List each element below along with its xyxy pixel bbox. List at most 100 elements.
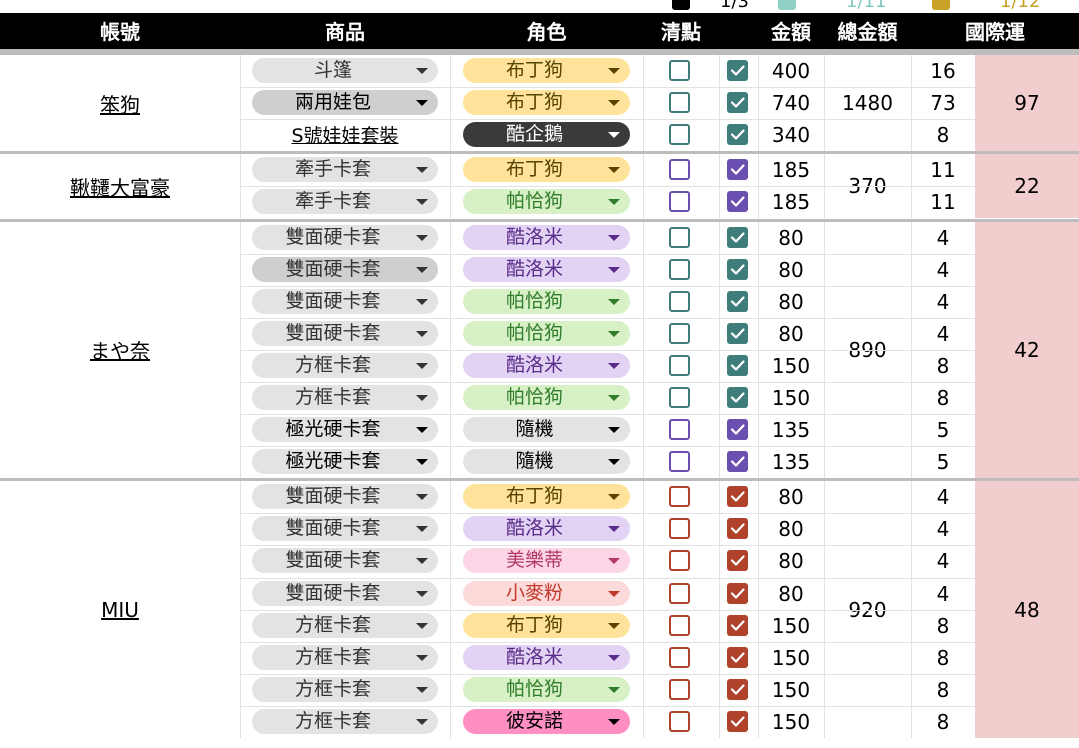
product-select[interactable]: 牽手卡套: [252, 157, 438, 183]
chevron-down-icon: [416, 298, 428, 305]
checked-checkbox[interactable]: [669, 678, 690, 700]
paid-checkbox[interactable]: [727, 60, 748, 81]
product-select[interactable]: 雙面硬卡套: [252, 256, 438, 282]
paid-checkbox[interactable]: [727, 451, 748, 473]
product-label: 雙面硬卡套: [285, 225, 381, 248]
character-select[interactable]: 酷洛米: [463, 516, 630, 542]
character-select[interactable]: 帕恰狗: [463, 288, 630, 314]
product-select[interactable]: 方框卡套: [252, 676, 438, 702]
chevron-down-icon: [416, 68, 428, 74]
product-select[interactable]: 牽手卡套: [252, 189, 438, 215]
paid-checkbox[interactable]: [727, 614, 748, 636]
product-select[interactable]: 雙面硬卡套: [252, 580, 438, 606]
checked-checkbox[interactable]: [669, 322, 690, 344]
paid-checkbox[interactable]: [727, 550, 748, 572]
product-label: 牽手卡套: [294, 158, 371, 181]
character-select[interactable]: 隨機: [463, 449, 630, 475]
paid-checkbox[interactable]: [727, 646, 748, 668]
product-select[interactable]: 斗篷: [252, 58, 438, 83]
checked-checkbox[interactable]: [669, 550, 690, 572]
product-select[interactable]: 極光硬卡套: [252, 449, 438, 475]
checked-checkbox[interactable]: [669, 486, 690, 508]
product-select[interactable]: 雙面硬卡套: [252, 484, 438, 510]
product-label: 雙面硬卡套: [285, 517, 381, 540]
product-select[interactable]: 雙面硬卡套: [252, 288, 438, 314]
product-select[interactable]: 方框卡套: [252, 644, 438, 670]
character-select[interactable]: 布丁狗: [463, 157, 630, 183]
character-label: 帕恰狗: [505, 321, 563, 344]
counter-checkbox-2[interactable]: [778, 0, 796, 10]
character-label: 布丁狗: [505, 613, 563, 636]
character-select[interactable]: 帕恰狗: [463, 189, 630, 215]
character-select[interactable]: 布丁狗: [463, 90, 630, 116]
paid-checkbox[interactable]: [727, 582, 748, 604]
product-select[interactable]: 方框卡套: [252, 385, 438, 410]
character-select[interactable]: 布丁狗: [463, 612, 630, 638]
paid-checkbox[interactable]: [727, 486, 748, 508]
counter-checkbox-1[interactable]: [672, 0, 690, 10]
character-select[interactable]: 酷洛米: [463, 224, 630, 250]
checked-checkbox[interactable]: [669, 419, 690, 441]
product-label: 雙面硬卡套: [285, 257, 381, 280]
paid-checkbox[interactable]: [727, 258, 748, 280]
checked-checkbox[interactable]: [669, 614, 690, 636]
paid-checkbox[interactable]: [727, 710, 748, 732]
checked-checkbox[interactable]: [669, 290, 690, 312]
product-select[interactable]: 雙面硬卡套: [252, 548, 438, 574]
character-select[interactable]: 酷洛米: [463, 644, 630, 670]
paid-checkbox[interactable]: [727, 290, 748, 312]
character-select[interactable]: 布丁狗: [463, 484, 630, 510]
product-select[interactable]: 雙面硬卡套: [252, 516, 438, 542]
paid-checkbox[interactable]: [727, 226, 748, 248]
item-amount: 80: [778, 517, 804, 542]
checked-checkbox[interactable]: [669, 354, 690, 376]
item-intl-shipping: 8: [936, 677, 950, 702]
character-select[interactable]: 酷洛米: [463, 352, 630, 378]
character-select[interactable]: 帕恰狗: [463, 385, 630, 410]
paid-checkbox[interactable]: [727, 322, 748, 344]
product-select[interactable]: S號娃娃套裝: [252, 122, 438, 147]
character-select[interactable]: 小麥粉: [463, 580, 630, 606]
product-select[interactable]: 雙面硬卡套: [252, 320, 438, 346]
character-select[interactable]: 隨機: [463, 417, 630, 443]
character-select[interactable]: 酷企鵝: [463, 122, 630, 148]
paid-checkbox[interactable]: [727, 419, 748, 441]
character-select[interactable]: 彼安諾: [463, 708, 630, 734]
character-label: 酷洛米: [505, 645, 563, 668]
checked-checkbox[interactable]: [669, 646, 690, 668]
checked-checkbox[interactable]: [669, 258, 690, 280]
checked-checkbox[interactable]: [669, 451, 690, 473]
checked-checkbox[interactable]: [669, 191, 690, 213]
checked-checkbox[interactable]: [669, 124, 690, 146]
paid-checkbox[interactable]: [727, 124, 748, 146]
checked-checkbox[interactable]: [669, 710, 690, 732]
product-select[interactable]: 方框卡套: [252, 352, 438, 378]
checked-checkbox[interactable]: [669, 92, 690, 114]
product-select[interactable]: 方框卡套: [252, 708, 438, 734]
paid-checkbox[interactable]: [727, 387, 748, 408]
paid-checkbox[interactable]: [727, 354, 748, 376]
product-select[interactable]: 方框卡套: [252, 612, 438, 638]
product-select[interactable]: 兩用娃包: [252, 90, 438, 116]
character-select[interactable]: 布丁狗: [463, 58, 630, 83]
paid-checkbox[interactable]: [727, 159, 748, 181]
checked-checkbox[interactable]: [669, 60, 690, 81]
chevron-down-icon: [608, 718, 620, 725]
checked-checkbox[interactable]: [669, 226, 690, 248]
checked-checkbox[interactable]: [669, 518, 690, 540]
product-select[interactable]: 雙面硬卡套: [252, 224, 438, 250]
checked-checkbox[interactable]: [669, 159, 690, 181]
paid-checkbox[interactable]: [727, 92, 748, 114]
checked-checkbox[interactable]: [669, 387, 690, 408]
paid-checkbox[interactable]: [727, 518, 748, 540]
character-select[interactable]: 帕恰狗: [463, 676, 630, 702]
product-select[interactable]: 極光硬卡套: [252, 417, 438, 443]
checked-checkbox[interactable]: [669, 582, 690, 604]
character-select[interactable]: 美樂蒂: [463, 548, 630, 574]
item-intl-shipping: 4: [936, 485, 950, 510]
character-select[interactable]: 帕恰狗: [463, 320, 630, 346]
paid-checkbox[interactable]: [727, 191, 748, 213]
character-select[interactable]: 酷洛米: [463, 256, 630, 282]
counter-checkbox-3[interactable]: [932, 0, 950, 10]
paid-checkbox[interactable]: [727, 678, 748, 700]
